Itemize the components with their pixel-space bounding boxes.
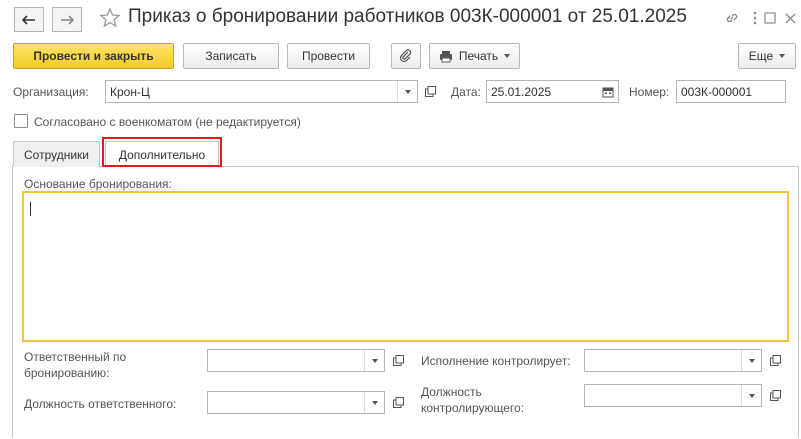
- open-icon: [769, 355, 781, 366]
- open-icon: [392, 397, 404, 408]
- chevron-down-icon: [404, 89, 411, 94]
- basis-label: Основание бронирования:: [24, 177, 172, 191]
- printer-icon: [439, 50, 452, 62]
- responsible-position-open-button[interactable]: [389, 392, 407, 413]
- date-field[interactable]: 25.01.2025: [486, 80, 619, 103]
- text-cursor: [30, 202, 31, 216]
- tab-highlight: [102, 137, 222, 167]
- number-field[interactable]: 003К-000001: [676, 80, 786, 103]
- responsible-dropdown[interactable]: [364, 350, 384, 371]
- calendar-button[interactable]: [598, 81, 618, 102]
- date-value: 25.01.2025: [491, 84, 552, 99]
- more-button[interactable]: Еще: [738, 43, 796, 69]
- controller-field[interactable]: [584, 349, 762, 372]
- responsible-open-button[interactable]: [389, 350, 407, 371]
- back-button[interactable]: [14, 7, 44, 32]
- close-icon[interactable]: [781, 9, 799, 27]
- basis-textarea[interactable]: [22, 191, 789, 342]
- post-and-close-button[interactable]: Провести и закрыть: [13, 43, 174, 69]
- responsible-position-field[interactable]: [207, 391, 385, 414]
- chevron-down-icon: [748, 393, 755, 398]
- controller-position-field[interactable]: [584, 384, 762, 407]
- paperclip-icon: [399, 49, 412, 63]
- controller-position-dropdown[interactable]: [741, 385, 761, 406]
- open-icon: [424, 86, 436, 97]
- post-button[interactable]: Провести: [287, 43, 370, 69]
- chevron-down-icon: [779, 54, 786, 58]
- controller-open-button[interactable]: [766, 350, 784, 371]
- controller-position-open-button[interactable]: [766, 385, 784, 406]
- responsible-position-label: Должность ответственного:: [24, 397, 177, 411]
- org-field[interactable]: Крон-Ц: [105, 80, 418, 103]
- calendar-icon: [602, 87, 614, 97]
- number-label: Номер:: [629, 85, 670, 99]
- save-button[interactable]: Записать: [183, 43, 279, 69]
- chevron-down-icon: [748, 358, 755, 363]
- chevron-down-icon: [371, 358, 378, 363]
- date-label: Дата:: [451, 85, 481, 99]
- arrow-left-icon: [22, 14, 35, 25]
- org-label: Организация:: [13, 85, 89, 99]
- arrow-right-icon: [61, 14, 74, 25]
- responsible-label-line1: Ответственный по: [24, 350, 127, 364]
- tab-employees[interactable]: Сотрудники: [13, 141, 100, 167]
- org-open-button[interactable]: [421, 81, 439, 102]
- attach-button[interactable]: [391, 43, 421, 69]
- agreed-checkbox[interactable]: [14, 114, 28, 128]
- agreed-label: Согласовано с военкоматом (не редактируе…: [34, 115, 301, 129]
- open-icon: [769, 390, 781, 401]
- responsible-field[interactable]: [207, 349, 385, 372]
- link-icon[interactable]: [723, 9, 741, 27]
- maximize-icon[interactable]: [761, 9, 779, 27]
- number-value: 003К-000001: [681, 84, 753, 99]
- org-value: Крон-Ц: [110, 84, 150, 99]
- controller-dropdown[interactable]: [741, 350, 761, 371]
- chevron-down-icon: [371, 400, 378, 405]
- responsible-position-dropdown[interactable]: [364, 392, 384, 413]
- controller-label: Исполнение контролирует:: [421, 354, 571, 368]
- controller-position-label-line2: контролирующего:: [421, 401, 525, 415]
- print-label: Печать: [458, 49, 499, 63]
- print-button[interactable]: Печать: [429, 43, 520, 69]
- page-title: Приказ о бронировании работников 003К-00…: [128, 6, 687, 27]
- controller-position-label-line1: Должность: [421, 385, 482, 399]
- responsible-label-line2: бронированию:: [24, 366, 110, 380]
- star-icon[interactable]: [99, 7, 121, 29]
- org-dropdown[interactable]: [397, 81, 417, 102]
- more-label: Еще: [748, 49, 774, 63]
- forward-button[interactable]: [52, 7, 82, 32]
- open-icon: [392, 355, 404, 366]
- chevron-down-icon: [504, 54, 511, 58]
